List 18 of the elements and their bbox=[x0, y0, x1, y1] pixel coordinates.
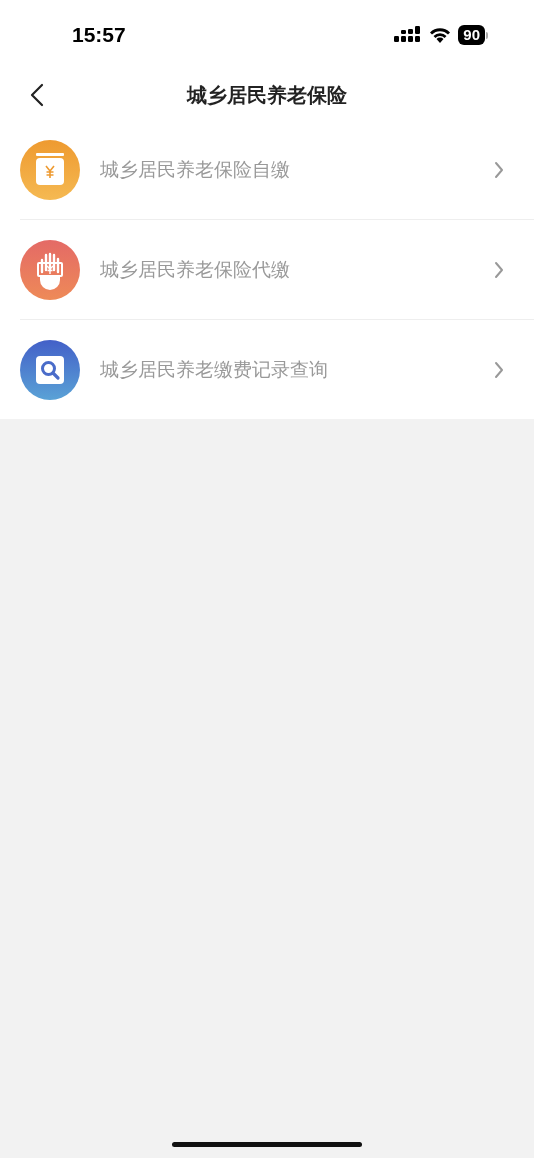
wifi-icon bbox=[428, 26, 453, 44]
search-icon bbox=[20, 339, 80, 400]
menu-item[interactable]: 城乡居民养老保险自缴 bbox=[20, 120, 534, 220]
chevron-icon bbox=[494, 260, 504, 279]
menu-item-label: 城乡居民养老保险代缴 bbox=[100, 256, 291, 282]
page-title: 城乡居民养老保险 bbox=[187, 81, 347, 109]
chevron-icon bbox=[494, 160, 504, 179]
menu-item[interactable]: 城乡居民养老保险代缴 bbox=[20, 220, 534, 320]
battery-level: 90 bbox=[458, 25, 485, 45]
status-time: 15:57 bbox=[72, 23, 126, 47]
menu-item[interactable]: 城乡居民养老缴费记录查询 bbox=[20, 320, 534, 419]
signal-icon bbox=[394, 26, 423, 44]
menu-item-label: 城乡居民养老保险自缴 bbox=[100, 156, 291, 182]
chevron-icon bbox=[494, 360, 504, 379]
menu-item-label: 城乡居民养老缴费记录查询 bbox=[100, 356, 329, 382]
back-icon[interactable] bbox=[30, 83, 44, 107]
jar-icon bbox=[20, 139, 80, 200]
hand-icon bbox=[20, 239, 80, 300]
